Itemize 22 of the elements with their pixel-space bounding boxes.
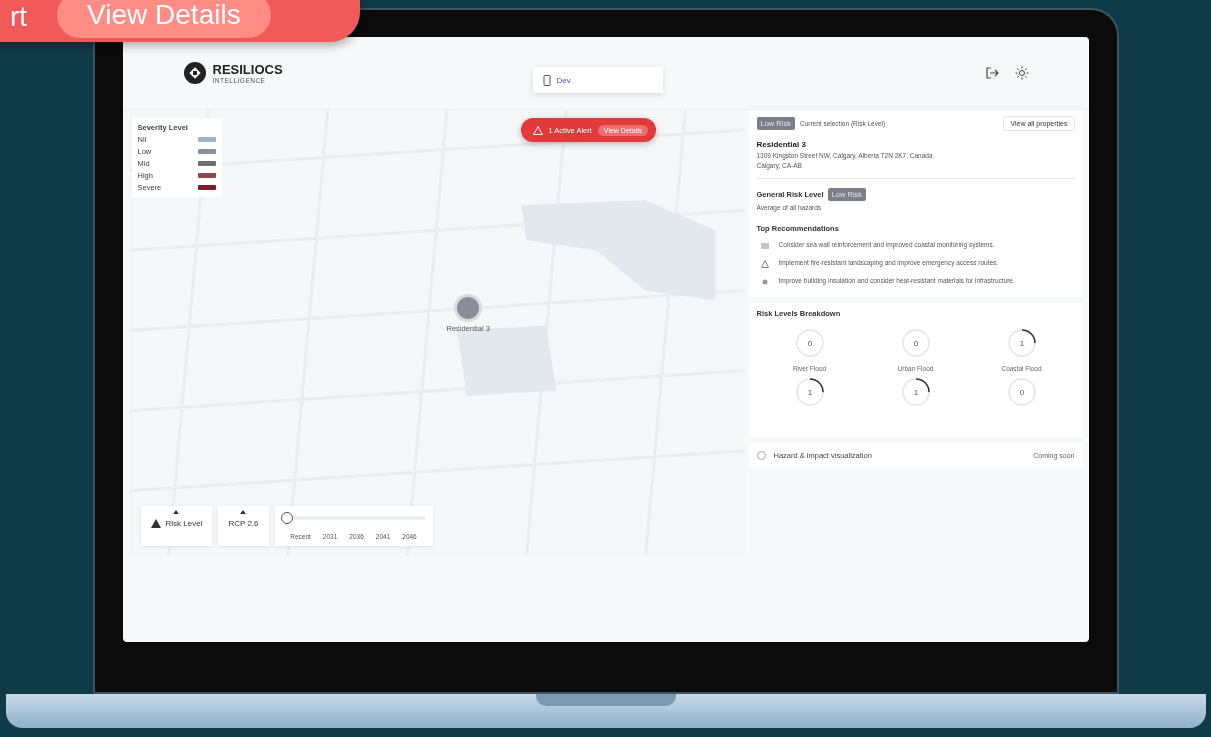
layer-selector[interactable]: Risk Level xyxy=(140,506,213,546)
warning-icon xyxy=(760,260,769,268)
promo-text: rt xyxy=(10,0,28,34)
environment-selector[interactable]: Dev xyxy=(532,67,663,93)
phone-icon xyxy=(542,74,551,86)
scenario-selector[interactable]: RCP 2.6 xyxy=(218,506,269,546)
gauge-value: 0 xyxy=(913,339,918,348)
gauge-value: 0 xyxy=(807,339,812,348)
caret-icon xyxy=(173,510,180,514)
brand-name: RESILIOCS xyxy=(212,62,283,77)
triangle-icon xyxy=(150,519,161,528)
gauge-value: 1 xyxy=(913,388,918,397)
gauge-value: 0 xyxy=(1019,388,1024,397)
logo-icon xyxy=(182,61,207,85)
warning-icon xyxy=(532,125,543,135)
gauge-value: 1 xyxy=(807,388,812,397)
gauge-value: 1 xyxy=(1019,339,1024,348)
slider-thumb[interactable] xyxy=(280,512,293,524)
caret-icon xyxy=(240,510,247,514)
property-marker[interactable] xyxy=(457,297,480,319)
logout-icon[interactable] xyxy=(984,66,999,80)
property-name: Residential 3 xyxy=(756,140,807,149)
